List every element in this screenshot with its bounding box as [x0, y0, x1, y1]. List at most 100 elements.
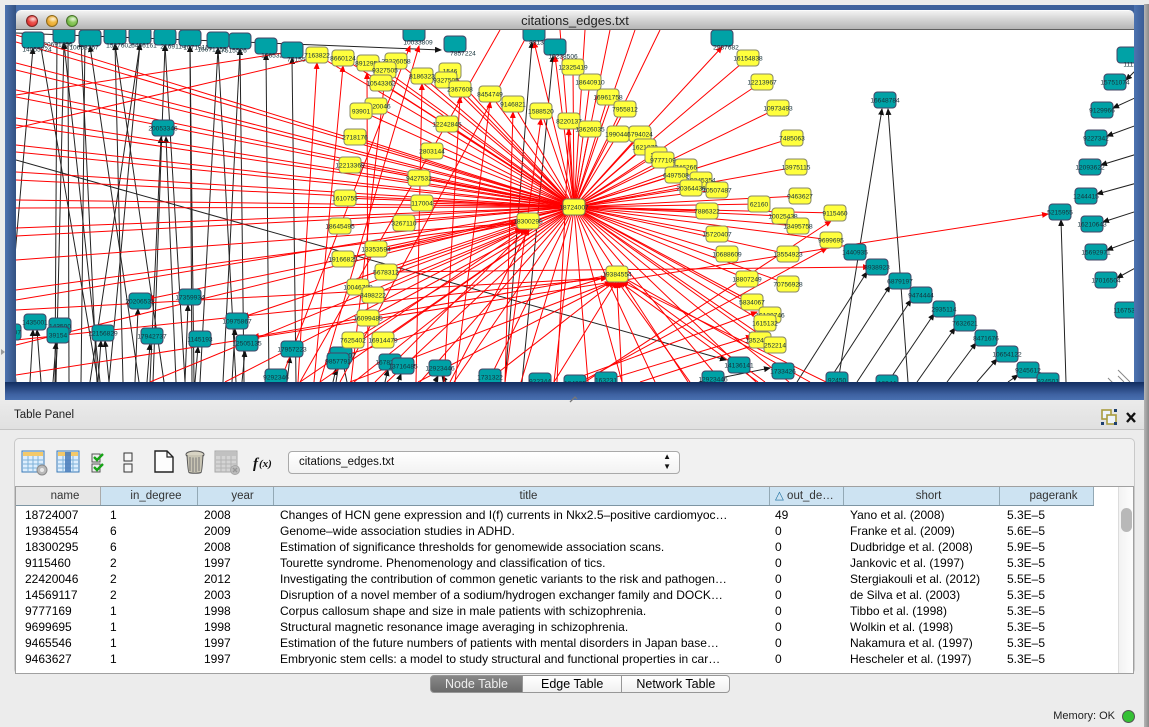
- svg-text:184095: 184095: [564, 381, 586, 383]
- svg-text:39154: 39154: [49, 333, 68, 340]
- svg-text:7857224: 7857224: [450, 51, 476, 58]
- svg-text:9115460: 9115460: [822, 211, 848, 218]
- svg-text:1145193: 1145193: [187, 337, 213, 344]
- svg-text:1615132: 1615132: [752, 321, 778, 328]
- svg-text:10973493: 10973493: [763, 106, 793, 113]
- svg-text:10653267: 10653267: [69, 45, 99, 52]
- svg-text:62160: 62160: [750, 202, 769, 209]
- svg-text:15751074: 15751074: [1100, 80, 1130, 87]
- svg-text:12923446: 12923446: [698, 377, 728, 383]
- svg-text:16961758: 16961758: [593, 95, 623, 102]
- svg-text:7163822: 7163822: [304, 53, 330, 60]
- svg-text:17942737: 17942737: [137, 334, 167, 341]
- svg-text:13626035: 13626035: [575, 127, 605, 134]
- svg-text:12242845: 12242845: [432, 122, 462, 129]
- svg-text:9292346: 9292346: [263, 375, 289, 382]
- svg-text:20053346: 20053346: [148, 126, 178, 133]
- svg-text:9146821: 9146821: [500, 102, 526, 109]
- svg-text:9777109: 9777109: [650, 158, 676, 165]
- svg-text:13353594: 13353594: [361, 247, 391, 254]
- svg-text:2718176: 2718176: [342, 135, 368, 142]
- svg-text:8186323: 8186323: [409, 74, 435, 81]
- svg-text:16648784: 16648784: [870, 98, 900, 105]
- svg-text:252214: 252214: [764, 343, 786, 350]
- svg-text:20206531: 20206531: [125, 299, 155, 306]
- svg-text:10543362: 10543362: [366, 81, 396, 88]
- svg-text:2367608: 2367608: [447, 87, 473, 94]
- svg-text:10688609: 10688609: [712, 252, 742, 259]
- svg-text:6794024: 6794024: [627, 132, 653, 139]
- svg-text:13495758: 13495758: [783, 224, 813, 231]
- svg-text:1731322: 1731322: [477, 375, 503, 382]
- svg-text:1440935: 1440935: [842, 250, 868, 257]
- svg-text:92450: 92450: [828, 378, 847, 383]
- svg-text:6466161: 6466161: [131, 43, 157, 50]
- svg-text:8660124: 8660124: [330, 56, 356, 63]
- svg-text:924501: 924501: [1037, 379, 1059, 383]
- svg-text:13716485: 13716485: [388, 364, 418, 371]
- svg-text:2803144: 2803144: [419, 149, 445, 156]
- svg-text:18807249: 18807249: [732, 277, 762, 284]
- svg-text:117004: 117004: [411, 201, 433, 208]
- svg-text:2935114: 2935114: [931, 307, 957, 314]
- svg-text:18645495: 18645495: [325, 224, 355, 231]
- svg-text:11121: 11121: [1123, 62, 1134, 69]
- svg-text:10033809: 10033809: [403, 40, 433, 47]
- svg-text:12505135: 12505135: [232, 341, 262, 348]
- svg-text:10975867: 10975867: [222, 319, 252, 326]
- svg-text:8471676: 8471676: [973, 336, 999, 343]
- svg-text:1588520: 1588520: [528, 109, 554, 116]
- svg-text:9699695: 9699695: [818, 238, 844, 245]
- svg-text:10654122: 10654122: [992, 352, 1022, 359]
- svg-text:7955812: 7955812: [612, 107, 638, 114]
- svg-text:70756928: 70756928: [773, 282, 803, 289]
- svg-text:10507487: 10507487: [702, 188, 732, 195]
- svg-text:7625402: 7625402: [340, 338, 366, 345]
- svg-text:1435001: 1435001: [22, 320, 48, 327]
- svg-text:922344: 922344: [529, 379, 551, 383]
- svg-text:12156829: 12156829: [88, 331, 118, 338]
- svg-text:(x): (x): [259, 458, 272, 470]
- svg-text:958007: 958007: [16, 330, 21, 337]
- svg-text:16914479: 16914479: [368, 338, 398, 345]
- svg-text:9227342: 9227342: [1083, 136, 1109, 143]
- svg-text:1244415: 1244415: [1073, 194, 1099, 201]
- svg-text:3498222: 3498222: [360, 293, 386, 300]
- svg-text:1527602: 1527602: [106, 43, 132, 50]
- svg-text:6497508: 6497508: [663, 173, 689, 180]
- svg-text:17957223: 17957223: [277, 347, 307, 354]
- svg-text:19384554: 19384554: [602, 272, 632, 279]
- svg-text:1610755: 1610755: [332, 196, 358, 203]
- svg-text:17359934: 17359934: [175, 295, 205, 302]
- svg-text:14136141: 14136141: [724, 363, 754, 370]
- svg-text:18724007: 18724007: [559, 205, 589, 212]
- svg-text:18640910: 18640910: [575, 80, 605, 87]
- svg-text:16154838: 16154838: [733, 56, 763, 63]
- svg-text:7515526: 7515526: [221, 48, 247, 55]
- svg-text:93901: 93901: [352, 109, 371, 116]
- svg-text:5834067: 5834067: [739, 300, 765, 307]
- svg-text:9129966: 9129966: [1089, 108, 1115, 115]
- svg-text:12093622: 12093622: [1075, 165, 1105, 172]
- svg-text:13554923: 13554923: [773, 252, 803, 259]
- svg-text:6879197: 6879197: [887, 279, 913, 286]
- svg-text:17016504: 17016504: [1091, 278, 1121, 285]
- svg-text:8938923: 8938923: [864, 265, 890, 272]
- svg-text:1167534: 1167534: [1113, 308, 1134, 315]
- svg-text:8454749: 8454749: [477, 92, 503, 99]
- svg-text:15720407: 15720407: [702, 232, 732, 239]
- svg-text:9463627: 9463627: [787, 194, 813, 201]
- svg-text:7632621: 7632621: [952, 321, 978, 328]
- svg-text:9245612: 9245612: [1015, 368, 1041, 375]
- svg-text:18300295: 18300295: [513, 219, 543, 226]
- svg-text:16099485: 16099485: [353, 316, 383, 323]
- svg-text:12325419: 12325419: [558, 65, 588, 72]
- svg-text:8220137: 8220137: [556, 119, 582, 126]
- svg-text:19166825: 19166825: [328, 257, 358, 264]
- svg-text:9474444: 9474444: [908, 293, 934, 300]
- svg-text:3267110: 3267110: [391, 221, 417, 228]
- svg-text:12923446: 12923446: [425, 366, 455, 373]
- svg-text:13975115: 13975115: [782, 165, 811, 172]
- svg-text:1733426: 1733426: [770, 369, 796, 376]
- svg-text:7886322: 7886322: [694, 209, 720, 216]
